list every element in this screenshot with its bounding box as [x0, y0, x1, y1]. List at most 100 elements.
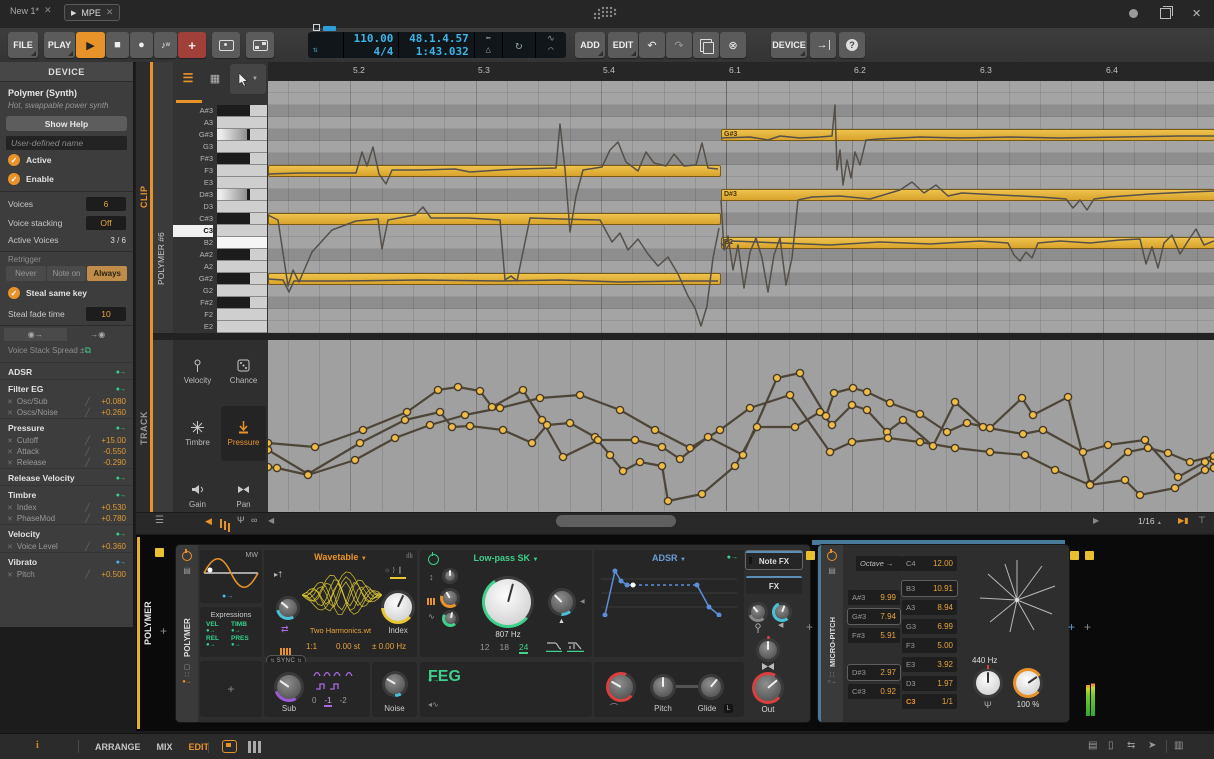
pressure-point[interactable]: [658, 443, 665, 450]
pressure-point[interactable]: [986, 448, 993, 455]
pressure-point[interactable]: [304, 471, 311, 478]
bend-range-knob[interactable]: [606, 672, 636, 702]
piano-key-F#2[interactable]: [217, 297, 267, 309]
polymer-expression-rel[interactable]: REL●→: [206, 635, 231, 648]
mappings-panel-icon[interactable]: ⇆: [1127, 740, 1135, 751]
pressure-point[interactable]: [863, 406, 870, 413]
mod-section-header[interactable]: ADSR●→: [0, 362, 133, 379]
view-switch-mix[interactable]: MIX: [157, 742, 173, 752]
piano-key-E3[interactable]: [217, 177, 267, 189]
enable-row[interactable]: ✓Enable: [8, 173, 126, 185]
mod-target-row[interactable]: ✕Attack╱-0.550: [0, 446, 133, 457]
pressure-point[interactable]: [916, 438, 923, 445]
osc-ratio[interactable]: 1:1: [306, 642, 317, 651]
retrigger-option-never[interactable]: Never: [6, 266, 46, 281]
sub-octave--2[interactable]: -2: [340, 696, 347, 707]
play-button[interactable]: ▶: [76, 32, 105, 58]
steal-fade-value[interactable]: 10: [86, 307, 126, 321]
mod-section-header[interactable]: Timbre●→: [0, 485, 133, 502]
pressure-point[interactable]: [1051, 466, 1058, 473]
filter-keytrack-icon[interactable]: [427, 592, 429, 610]
piano-key-A#3[interactable]: [217, 105, 267, 117]
pressure-point[interactable]: [536, 394, 543, 401]
pressure-point[interactable]: [951, 398, 958, 405]
project-tab[interactable]: New 1* ✕: [10, 5, 52, 16]
vel-depth-knob[interactable]: [748, 602, 768, 622]
pressure-point[interactable]: [786, 391, 793, 398]
filter-spread-knob[interactable]: [442, 568, 458, 584]
edit-menu-button[interactable]: EDIT: [608, 32, 638, 58]
midi-note-B2[interactable]: B2: [721, 237, 1214, 249]
link-icon[interactable]: ∞: [251, 515, 257, 525]
mod-section-header[interactable]: Pressure●→: [0, 418, 133, 435]
cutoff-knob[interactable]: [482, 576, 534, 628]
horizontal-scrollbar[interactable]: [556, 515, 676, 527]
active-row[interactable]: ✓Active: [8, 154, 126, 166]
fx-tab[interactable]: FX: [746, 576, 802, 594]
stop-button[interactable]: ■: [106, 32, 129, 58]
audition-icon[interactable]: ◀: [205, 516, 212, 527]
drum-grid-view-button[interactable]: ▦: [203, 66, 227, 90]
expression-button-pressure[interactable]: Pressure: [221, 406, 266, 461]
unison-icons[interactable]: ☼ ⟩ ❙: [384, 566, 403, 574]
pressure-point[interactable]: [848, 438, 855, 445]
pressure-point[interactable]: [796, 369, 803, 376]
pressure-point[interactable]: [943, 428, 950, 435]
punch-metronome-cell[interactable]: ⬅ △: [475, 32, 503, 58]
pressure-point[interactable]: [951, 444, 958, 451]
loop-cell[interactable]: ↻: [503, 32, 536, 58]
res-character-icon[interactable]: ▲: [558, 618, 565, 625]
pressure-point[interactable]: [791, 423, 798, 430]
pressure-point[interactable]: [822, 412, 829, 419]
voice-stacking-value[interactable]: Off: [86, 216, 126, 230]
tuning-cell-E3[interactable]: E33.92: [902, 657, 957, 672]
view-switch-edit[interactable]: EDIT: [189, 742, 210, 752]
tuning-cell-D3[interactable]: D31.97: [902, 676, 957, 691]
micropitch-preset-icon[interactable]: ▤: [828, 566, 836, 575]
pressure-point[interactable]: [739, 451, 746, 458]
pressure-point[interactable]: [528, 439, 535, 446]
add-device-end-button[interactable]: +: [1084, 620, 1091, 634]
piano-key-A2[interactable]: [217, 261, 267, 273]
steal-checkbox[interactable]: ✓: [8, 287, 20, 299]
tuning-cell-F#3[interactable]: F#35.91: [848, 628, 900, 643]
midi-note-G#3[interactable]: G#3: [721, 129, 1214, 141]
glide-knob[interactable]: [698, 674, 724, 700]
piano-key-C#3[interactable]: [217, 213, 267, 225]
midi-note[interactable]: [268, 165, 721, 177]
pressure-point[interactable]: [979, 423, 986, 430]
pressure-point[interactable]: [403, 408, 410, 415]
redo-button[interactable]: ↷: [666, 32, 692, 58]
pressure-point[interactable]: [686, 444, 693, 451]
pressure-point[interactable]: [986, 424, 993, 431]
remote-controls-icon[interactable]: ▢: [184, 663, 191, 671]
editor-divider[interactable]: [153, 333, 1214, 340]
pressure-points-display[interactable]: [268, 340, 1214, 512]
octave-mode-button[interactable]: Octave →: [856, 556, 902, 571]
pressure-point[interactable]: [1141, 436, 1148, 443]
pressure-point[interactable]: [351, 456, 358, 463]
device-power-icon[interactable]: [182, 551, 192, 561]
polymer-expression-pres[interactable]: PRES●→: [231, 635, 256, 648]
position-cell[interactable]: 48.1.4.57 1:43.032: [399, 32, 474, 58]
pressure-point[interactable]: [268, 446, 272, 453]
piano-key-F2[interactable]: [217, 309, 267, 321]
tab-clip[interactable]: CLIP: [139, 148, 149, 208]
pressure-point[interactable]: [606, 451, 613, 458]
tuning-fork-icon[interactable]: Ψ: [237, 515, 245, 525]
pressure-point[interactable]: [828, 421, 835, 428]
amount-knob[interactable]: [1013, 668, 1043, 698]
pressure-point[interactable]: [849, 384, 856, 391]
overdub-toggle[interactable]: ♪w: [154, 32, 177, 58]
pressure-point[interactable]: [929, 442, 936, 449]
pressure-point[interactable]: [651, 426, 658, 433]
polymer-expression-timb[interactable]: TIMB●→: [231, 621, 256, 634]
pressure-point[interactable]: [1174, 473, 1181, 480]
pressure-point[interactable]: [1124, 448, 1131, 455]
track-strip-label[interactable]: POLYMER #6: [156, 175, 166, 285]
piano-key-D3[interactable]: [217, 201, 267, 213]
mod-section-header[interactable]: Filter EG●→: [0, 379, 133, 396]
pressure-point[interactable]: [436, 408, 443, 415]
retrigger-option-note-on[interactable]: Note on: [47, 266, 87, 281]
pressure-point[interactable]: [636, 458, 643, 465]
